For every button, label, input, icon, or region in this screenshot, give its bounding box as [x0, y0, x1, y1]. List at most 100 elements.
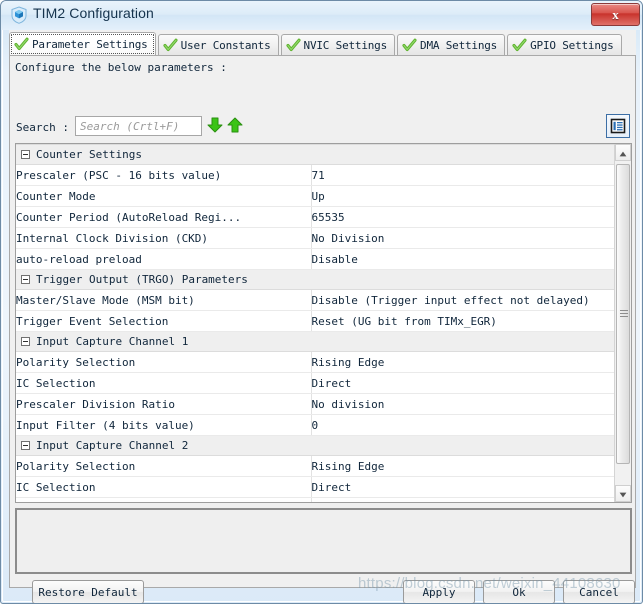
- param-value-cell[interactable]: No division: [311, 497, 616, 502]
- param-value-cell[interactable]: No division: [311, 393, 616, 415]
- table-row[interactable]: Prescaler Division Ratio No division: [16, 497, 616, 502]
- param-value-cell[interactable]: Direct: [311, 476, 616, 498]
- param-name-cell: Prescaler Division Ratio: [16, 393, 312, 415]
- param-value-cell[interactable]: Reset (UG bit from TIMx_EGR): [311, 310, 616, 332]
- param-value-cell[interactable]: No Division: [311, 227, 616, 249]
- tab-gpio-settings[interactable]: GPIO Settings: [507, 34, 622, 56]
- tab-label: DMA Settings: [420, 39, 498, 52]
- param-name-cell: Polarity Selection: [16, 455, 312, 477]
- param-name-cell: Counter Mode: [16, 185, 312, 207]
- param-name-cell: Prescaler Division Ratio: [16, 497, 312, 502]
- scrollbar-thumb[interactable]: [616, 164, 630, 464]
- table-row[interactable]: Master/Slave Mode (MSM bit) Disable (Tri…: [16, 289, 616, 311]
- parameter-settings-panel: Configure the below parameters : Search …: [9, 55, 636, 603]
- tab-nvic-settings[interactable]: NVIC Settings: [280, 34, 396, 56]
- close-button[interactable]: x: [591, 3, 640, 26]
- scroll-up-button[interactable]: [615, 144, 631, 161]
- collapse-toggle-icon[interactable]: [21, 337, 30, 346]
- param-name-cell: Polarity Selection: [16, 351, 312, 373]
- table-row[interactable]: Input Filter (4 bits value) 0: [16, 414, 616, 436]
- collapse-toggle-icon[interactable]: [21, 275, 30, 284]
- group-value-cell: [311, 269, 616, 290]
- green-check-icon: [14, 37, 29, 52]
- collapse-toggle-icon[interactable]: [21, 441, 30, 450]
- table-row[interactable]: Counter Mode Up: [16, 185, 616, 207]
- list-view-icon[interactable]: [606, 114, 630, 138]
- param-name-cell: Input Filter (4 bits value): [16, 414, 312, 436]
- parameters-grid: Counter Settings Prescaler (PSC - 16 bit…: [16, 144, 616, 502]
- group-label: Trigger Output (TRGO) Parameters: [36, 273, 248, 286]
- group-name-cell: Trigger Output (TRGO) Parameters: [16, 269, 311, 290]
- down-arrow-icon[interactable]: [206, 116, 224, 134]
- table-group-row[interactable]: Input Capture Channel 2: [16, 435, 616, 456]
- group-value-cell: [311, 331, 616, 352]
- ok-button[interactable]: Ok: [483, 580, 555, 603]
- table-group-row[interactable]: Input Capture Channel 1: [16, 331, 616, 352]
- tab-label: GPIO Settings: [530, 39, 614, 52]
- table-row[interactable]: Counter Period (AutoReload Regi... 65535: [16, 206, 616, 228]
- param-value-cell[interactable]: Up: [311, 185, 616, 207]
- tab-user-constants[interactable]: User Constants: [157, 34, 279, 56]
- green-check-icon: [163, 38, 178, 53]
- group-value-cell: [311, 435, 616, 456]
- param-value-cell[interactable]: Rising Edge: [311, 351, 616, 373]
- param-name-cell: Trigger Event Selection: [16, 310, 312, 332]
- green-check-icon: [285, 38, 301, 53]
- param-name-cell: Master/Slave Mode (MSM bit): [16, 289, 312, 311]
- table-row[interactable]: IC Selection Direct: [16, 372, 616, 394]
- group-value-cell: [311, 144, 616, 165]
- param-value-cell[interactable]: Rising Edge: [311, 455, 616, 477]
- table-row[interactable]: auto-reload preload Disable: [16, 248, 616, 270]
- table-row[interactable]: Trigger Event Selection Reset (UG bit fr…: [16, 310, 616, 332]
- tab-label: Parameter Settings: [32, 38, 148, 51]
- table-row[interactable]: IC Selection Direct: [16, 476, 616, 498]
- parameters-table: Counter Settings Prescaler (PSC - 16 bit…: [15, 143, 632, 503]
- group-label: Input Capture Channel 1: [36, 335, 189, 348]
- apply-button[interactable]: Apply: [403, 580, 475, 603]
- table-row[interactable]: Polarity Selection Rising Edge: [16, 351, 616, 373]
- title-bar[interactable]: TIM2 Configuration x: [1, 1, 642, 30]
- window-title: TIM2 Configuration: [33, 5, 154, 21]
- group-name-cell: Counter Settings: [16, 144, 311, 165]
- green-check-icon: [512, 38, 527, 53]
- vertical-scrollbar[interactable]: [614, 144, 631, 502]
- client-area: Parameter Settings User Constants NVIC S…: [9, 30, 636, 603]
- restore-default-button[interactable]: Restore Default: [32, 580, 144, 603]
- table-viewport: Counter Settings Prescaler (PSC - 16 bit…: [16, 144, 616, 502]
- triangle-up-icon: [619, 144, 627, 162]
- table-row[interactable]: Polarity Selection Rising Edge: [16, 455, 616, 477]
- param-value-cell[interactable]: 0: [311, 414, 616, 436]
- param-name-cell: Counter Period (AutoReload Regi...: [16, 206, 312, 228]
- table-row[interactable]: Prescaler (PSC - 16 bits value) 71: [16, 164, 616, 186]
- search-label: Search :: [16, 121, 69, 134]
- description-pane: [15, 508, 632, 574]
- param-value-cell[interactable]: Disable (Trigger input effect not delaye…: [311, 289, 616, 311]
- shield-cube-icon: [10, 6, 28, 24]
- search-input[interactable]: [75, 116, 202, 136]
- collapse-toggle-icon[interactable]: [21, 150, 30, 159]
- param-name-cell: auto-reload preload: [16, 248, 312, 270]
- param-value-cell[interactable]: 65535: [311, 206, 616, 228]
- up-arrow-icon[interactable]: [226, 116, 244, 134]
- param-value-cell[interactable]: Direct: [311, 372, 616, 394]
- param-value-cell[interactable]: Disable: [311, 248, 616, 270]
- param-name-cell: Prescaler (PSC - 16 bits value): [16, 164, 312, 186]
- close-icon: x: [612, 6, 619, 22]
- table-row[interactable]: Prescaler Division Ratio No division: [16, 393, 616, 415]
- group-label: Counter Settings: [36, 148, 142, 161]
- instruction-text: Configure the below parameters :: [15, 61, 227, 74]
- configuration-window: TIM2 Configuration x Parameter Settings: [0, 0, 643, 604]
- tab-dma-settings[interactable]: DMA Settings: [397, 34, 506, 56]
- group-name-cell: Input Capture Channel 2: [16, 435, 311, 456]
- table-row[interactable]: Internal Clock Division (CKD) No Divisio…: [16, 227, 616, 249]
- param-value-cell[interactable]: 71: [311, 164, 616, 186]
- table-group-row[interactable]: Trigger Output (TRGO) Parameters: [16, 269, 616, 290]
- triangle-down-icon: [619, 485, 627, 503]
- tab-parameter-settings[interactable]: Parameter Settings: [9, 32, 156, 56]
- group-label: Input Capture Channel 2: [36, 439, 189, 452]
- param-name-cell: IC Selection: [16, 372, 312, 394]
- tab-label: NVIC Settings: [303, 39, 388, 52]
- cancel-button[interactable]: Cancel: [563, 580, 635, 603]
- table-group-row[interactable]: Counter Settings: [16, 144, 616, 165]
- scroll-down-button[interactable]: [615, 485, 631, 502]
